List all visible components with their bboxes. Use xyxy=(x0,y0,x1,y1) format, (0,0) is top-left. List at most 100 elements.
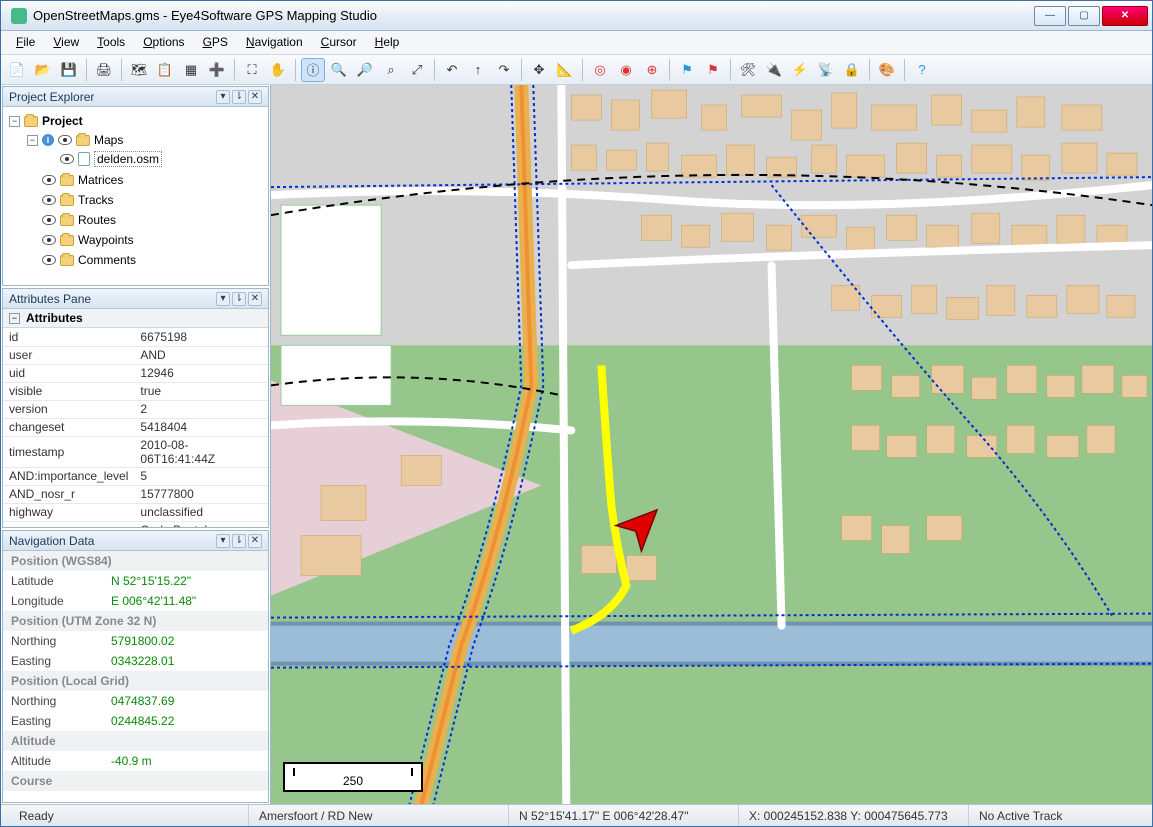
project-explorer-header[interactable]: Project Explorer ▾ ⇂ ✕ xyxy=(3,87,268,107)
add-map-icon[interactable]: 🗺 xyxy=(127,58,151,82)
pin-icon[interactable]: ⇂ xyxy=(232,292,246,306)
window-title: OpenStreetMaps.gms - Eye4Software GPS Ma… xyxy=(33,8,1034,23)
map-canvas[interactable]: 250 xyxy=(271,85,1152,804)
project-explorer-title: Project Explorer xyxy=(9,90,94,104)
attr-val: 5 xyxy=(134,467,268,485)
eye-icon[interactable] xyxy=(42,195,56,205)
attr-row[interactable]: id6675198 xyxy=(3,328,268,346)
status-xy: X: 000245152.838 Y: 000475645.773 xyxy=(739,805,969,826)
flag-blue-icon[interactable]: ⚑ xyxy=(675,58,699,82)
close-pane-icon[interactable]: ✕ xyxy=(248,292,262,306)
attr-key: visible xyxy=(3,382,134,400)
tree-root[interactable]: Project xyxy=(42,114,83,128)
zoom-extent-icon[interactable]: ⛶ xyxy=(240,58,264,82)
tree-waypoints[interactable]: Waypoints xyxy=(78,233,134,247)
move-icon[interactable]: ✥ xyxy=(527,58,551,82)
help-icon[interactable]: ? xyxy=(910,58,934,82)
info-icon[interactable]: ⓘ xyxy=(301,58,325,82)
tree-tracks[interactable]: Tracks xyxy=(78,193,114,207)
attr-row[interactable]: nameOude Benteloseweg xyxy=(3,521,268,527)
target2-icon[interactable]: ◉ xyxy=(614,58,638,82)
menu-help[interactable]: Help xyxy=(366,31,409,54)
target3-icon[interactable]: ⊕ xyxy=(640,58,664,82)
open-icon[interactable]: 📂 xyxy=(31,58,55,82)
attributes-table[interactable]: id6675198userANDuid12946visibletrueversi… xyxy=(3,328,268,527)
redo-icon[interactable]: ↷ xyxy=(492,58,516,82)
attr-val: 2010-08-06T16:41:44Z xyxy=(134,436,268,467)
undo-icon[interactable]: ↶ xyxy=(440,58,464,82)
menu-navigation[interactable]: Navigation xyxy=(237,31,312,54)
attributes-header[interactable]: Attributes Pane ▾ ⇂ ✕ xyxy=(3,289,268,309)
tree-file-delden[interactable]: delden.osm xyxy=(94,151,162,167)
plug-icon[interactable]: 🔌 xyxy=(762,58,786,82)
zoom-fit-icon[interactable]: ⤢ xyxy=(405,58,429,82)
menu-tools[interactable]: Tools xyxy=(88,31,134,54)
attr-row[interactable]: AND:importance_level5 xyxy=(3,467,268,485)
menu-gps[interactable]: GPS xyxy=(194,31,237,54)
menu-file[interactable]: File xyxy=(7,31,44,54)
attr-row[interactable]: highwayunclassified xyxy=(3,503,268,521)
eye-icon[interactable] xyxy=(60,154,74,164)
nav-label: Easting xyxy=(3,711,103,731)
lock-icon[interactable]: 🔒 xyxy=(840,58,864,82)
measure-icon[interactable]: 📐 xyxy=(553,58,577,82)
attr-val: unclassified xyxy=(134,503,268,521)
save-icon[interactable]: 💾 xyxy=(57,58,81,82)
maximize-button[interactable]: ▢ xyxy=(1068,6,1100,26)
eye-icon[interactable] xyxy=(42,215,56,225)
attr-val: AND xyxy=(134,346,268,364)
zoom-in-icon[interactable]: 🔍 xyxy=(327,58,351,82)
tree-routes[interactable]: Routes xyxy=(78,213,116,227)
flag-red-icon[interactable]: ⚑ xyxy=(701,58,725,82)
attributes-subheader[interactable]: −Attributes xyxy=(3,309,268,328)
close-button[interactable] xyxy=(1102,6,1148,26)
attr-row[interactable]: uid12946 xyxy=(3,364,268,382)
dropdown-icon[interactable]: ▾ xyxy=(216,292,230,306)
attr-row[interactable]: timestamp2010-08-06T16:41:44Z xyxy=(3,436,268,467)
tree-comments[interactable]: Comments xyxy=(78,253,136,267)
attr-row[interactable]: visibletrue xyxy=(3,382,268,400)
minimize-button[interactable]: — xyxy=(1034,6,1066,26)
pin-icon[interactable]: ⇂ xyxy=(232,90,246,104)
pin-icon[interactable]: ⇂ xyxy=(232,534,246,548)
close-pane-icon[interactable]: ✕ xyxy=(248,90,262,104)
zoom-out-icon[interactable]: 🔎 xyxy=(353,58,377,82)
eye-icon[interactable] xyxy=(58,135,72,145)
new-icon[interactable]: 📄 xyxy=(5,58,29,82)
tree-matrices[interactable]: Matrices xyxy=(78,173,123,187)
add-item-icon[interactable]: ➕ xyxy=(205,58,229,82)
navigation-table[interactable]: Position (WGS84)LatitudeN 52°15'15.22"Lo… xyxy=(3,551,268,791)
add-layer-icon[interactable]: 📋 xyxy=(153,58,177,82)
status-bar: Ready Amersfoort / RD New N 52°15'41.17"… xyxy=(1,804,1152,826)
project-tree[interactable]: −Project −iMaps delden.osm Matrices Trac… xyxy=(3,107,268,285)
dropdown-icon[interactable]: ▾ xyxy=(216,534,230,548)
eye-icon[interactable] xyxy=(42,175,56,185)
print-icon[interactable]: 🖨 xyxy=(92,58,116,82)
dropdown-icon[interactable]: ▾ xyxy=(216,90,230,104)
attr-row[interactable]: changeset5418404 xyxy=(3,418,268,436)
bolt-icon[interactable]: ⚡ xyxy=(788,58,812,82)
attr-row[interactable]: version2 xyxy=(3,400,268,418)
zoom-window-icon[interactable]: ⌕ xyxy=(379,58,403,82)
nav-label: Northing xyxy=(3,631,103,651)
close-pane-icon[interactable]: ✕ xyxy=(248,534,262,548)
nav-label: Easting xyxy=(3,651,103,671)
navigation-header[interactable]: Navigation Data ▾ ⇂ ✕ xyxy=(3,531,268,551)
target-red-icon[interactable]: ◎ xyxy=(588,58,612,82)
menu-cursor[interactable]: Cursor xyxy=(312,31,366,54)
up-icon[interactable]: ↑ xyxy=(466,58,490,82)
eye-icon[interactable] xyxy=(42,235,56,245)
menu-options[interactable]: Options xyxy=(134,31,193,54)
nav-section: Position (Local Grid) xyxy=(3,671,268,691)
grid-icon[interactable]: ▦ xyxy=(179,58,203,82)
tools-icon[interactable]: 🛠 xyxy=(736,58,760,82)
attr-row[interactable]: userAND xyxy=(3,346,268,364)
eye-icon[interactable] xyxy=(42,255,56,265)
pan-icon[interactable]: ✋ xyxy=(266,58,290,82)
tree-maps[interactable]: Maps xyxy=(94,133,123,147)
status-ready: Ready xyxy=(9,805,249,826)
satellite-icon[interactable]: 📡 xyxy=(814,58,838,82)
menu-view[interactable]: View xyxy=(44,31,88,54)
attr-row[interactable]: AND_nosr_r15777800 xyxy=(3,485,268,503)
palette-icon[interactable]: 🎨 xyxy=(875,58,899,82)
